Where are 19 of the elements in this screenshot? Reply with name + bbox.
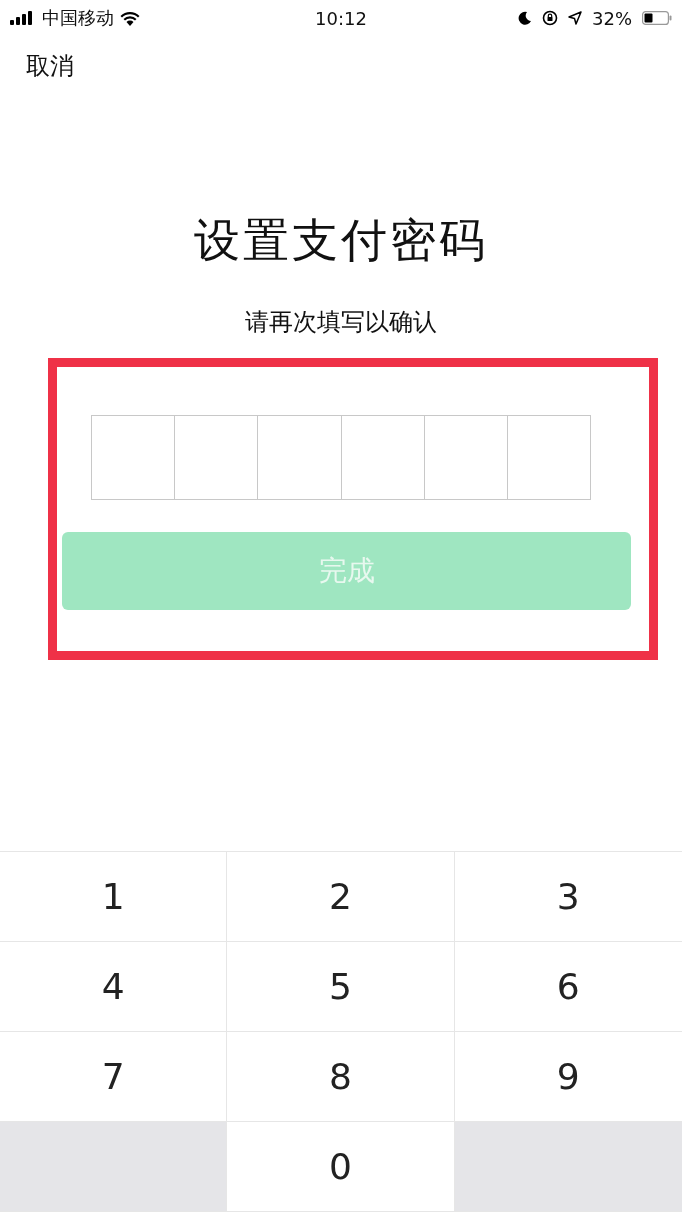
digit-key[interactable]: 0 (227, 1122, 455, 1212)
wifi-icon (120, 10, 140, 26)
pin-input-field[interactable] (91, 415, 591, 500)
moon-icon (518, 11, 532, 25)
digit-key[interactable]: 4 (0, 942, 228, 1032)
digit-key[interactable]: 5 (227, 942, 455, 1032)
page-title: 设置支付密码 (193, 212, 489, 269)
subtitle: 请再次填写以确认 (244, 307, 438, 338)
cancel-button[interactable]: 取消 (26, 50, 74, 82)
location-arrow-icon (568, 11, 582, 25)
battery-icon (642, 11, 672, 25)
rotation-lock-icon (542, 10, 558, 26)
carrier-name: 中国移动 (42, 6, 114, 30)
digit-key[interactable]: 7 (0, 1032, 228, 1122)
clock-time: 10:12 (315, 7, 367, 29)
digit-key[interactable]: 2 (227, 852, 455, 942)
digit-key[interactable]: 1 (0, 852, 228, 942)
battery-percent: 32% (592, 7, 632, 29)
digit-key[interactable]: 8 (227, 1032, 455, 1122)
